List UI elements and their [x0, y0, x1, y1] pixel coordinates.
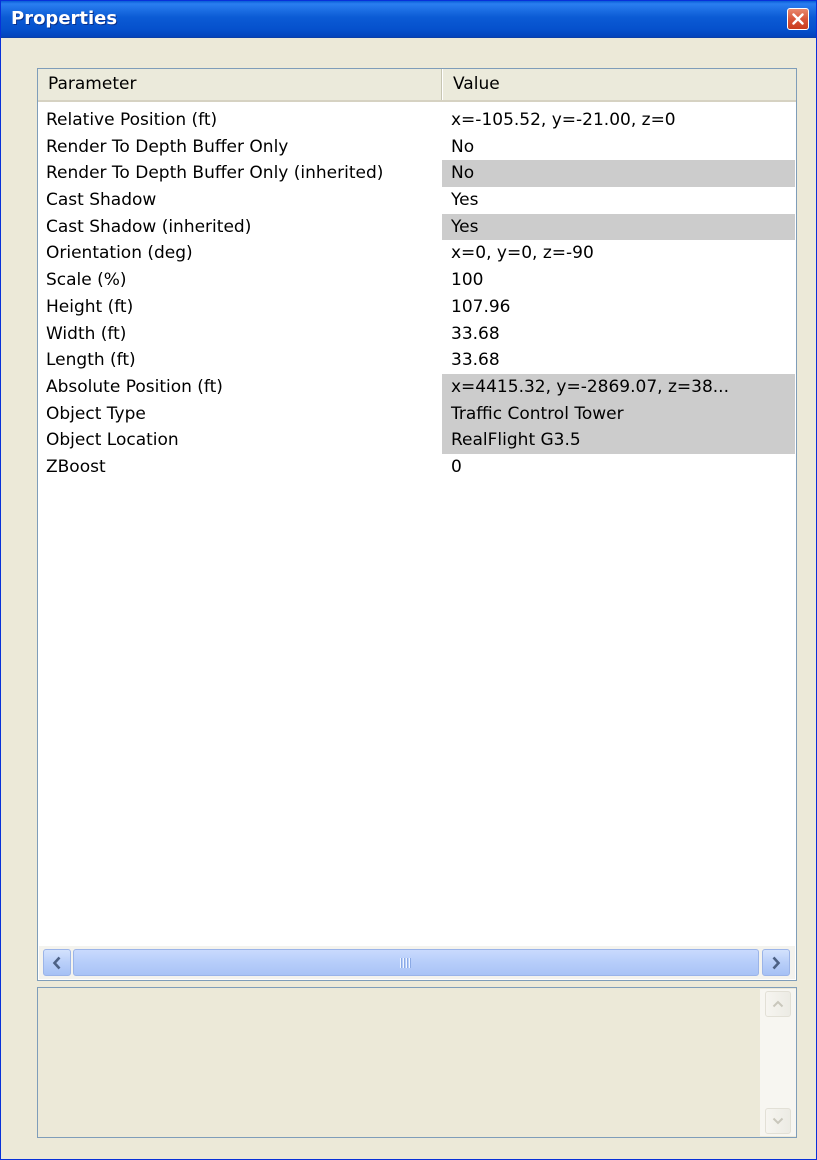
- arrow-right-icon: [772, 956, 781, 970]
- value-cell[interactable]: No: [442, 134, 795, 161]
- properties-window: Properties Parameter Value Relative Posi…: [0, 0, 817, 1160]
- parameter-cell: Object Type: [46, 403, 146, 424]
- parameter-cell: Absolute Position (ft): [46, 376, 223, 397]
- arrow-left-icon: [52, 956, 61, 970]
- column-header-parameter[interactable]: Parameter: [38, 69, 442, 100]
- value-cell[interactable]: 107.96: [442, 294, 795, 321]
- table-row[interactable]: Object Type Traffic Control Tower: [38, 400, 796, 428]
- grid-header: Parameter Value: [38, 69, 796, 102]
- grid-rows: Relative Position (ft) x=-105.52, y=-21.0…: [38, 107, 796, 481]
- parameter-cell: Height (ft): [46, 296, 134, 317]
- table-row[interactable]: Orientation (deg) x=0, y=0, z=-90: [38, 240, 796, 267]
- parameter-cell: Render To Depth Buffer Only: [46, 136, 289, 157]
- table-row[interactable]: Render To Depth Buffer Only (inherited) N…: [38, 160, 796, 188]
- parameter-cell: Render To Depth Buffer Only (inherited): [46, 163, 384, 184]
- table-row[interactable]: ZBoost 0: [38, 454, 796, 481]
- value-cell[interactable]: 33.68: [442, 347, 795, 374]
- parameter-cell: Cast Shadow (inherited): [46, 216, 252, 237]
- value-cell[interactable]: x=0, y=0, z=-90: [442, 240, 795, 267]
- value-cell[interactable]: 0: [442, 454, 795, 481]
- value-cell: RealFlight G3.5: [442, 427, 795, 454]
- table-row[interactable]: Cast Shadow (inherited) Yes: [38, 213, 796, 241]
- scroll-thumb[interactable]: [73, 949, 759, 976]
- parameter-cell: Scale (%): [46, 270, 127, 291]
- table-row[interactable]: Scale (%) 100: [38, 267, 796, 294]
- properties-grid: Parameter Value Relative Position (ft) x=…: [37, 68, 797, 981]
- parameter-cell: ZBoost: [46, 456, 106, 477]
- value-cell[interactable]: Yes: [442, 187, 795, 214]
- horizontal-scrollbar[interactable]: [39, 946, 795, 979]
- table-row[interactable]: Object Location RealFlight G3.5: [38, 427, 796, 454]
- parameter-cell: Width (ft): [46, 323, 127, 344]
- column-header-value[interactable]: Value: [442, 69, 796, 100]
- vertical-scrollbar[interactable]: [760, 989, 796, 1136]
- close-button[interactable]: [787, 8, 809, 30]
- window-title: Properties: [11, 8, 118, 29]
- parameter-cell: Relative Position (ft): [46, 110, 218, 130]
- table-row[interactable]: Length (ft) 33.68: [38, 347, 796, 374]
- description-pane: [37, 987, 797, 1138]
- table-row[interactable]: Absolute Position (ft) x=4415.32, y=-2869…: [38, 373, 796, 401]
- value-cell: No: [442, 160, 795, 188]
- scroll-left-button[interactable]: [43, 949, 71, 976]
- scroll-down-button[interactable]: [765, 1108, 791, 1134]
- table-row[interactable]: Relative Position (ft) x=-105.52, y=-21.0…: [38, 107, 796, 134]
- grip-icon: [400, 958, 412, 968]
- close-icon: [792, 13, 804, 25]
- table-row[interactable]: Width (ft) 33.68: [38, 321, 796, 348]
- arrow-up-icon: [772, 1000, 784, 1008]
- table-row[interactable]: Cast Shadow Yes: [38, 187, 796, 214]
- scroll-right-button[interactable]: [762, 949, 790, 976]
- parameter-cell: Object Location: [46, 430, 179, 451]
- title-bar[interactable]: Properties: [1, 1, 816, 38]
- scroll-up-button[interactable]: [765, 991, 791, 1017]
- table-row[interactable]: Render To Depth Buffer Only No: [38, 134, 796, 161]
- value-cell[interactable]: 33.68: [442, 321, 795, 348]
- arrow-down-icon: [772, 1117, 784, 1125]
- value-cell[interactable]: x=-105.52, y=-21.00, z=0: [442, 107, 795, 134]
- parameter-cell: Cast Shadow: [46, 190, 157, 211]
- parameter-cell: Orientation (deg): [46, 243, 193, 264]
- table-row[interactable]: Height (ft) 107.96: [38, 294, 796, 321]
- parameter-cell: Length (ft): [46, 350, 136, 371]
- value-cell: x=4415.32, y=-2869.07, z=38...: [442, 373, 795, 401]
- value-cell: Traffic Control Tower: [442, 400, 795, 428]
- value-cell[interactable]: 100: [442, 267, 795, 294]
- value-cell: Yes: [442, 213, 795, 241]
